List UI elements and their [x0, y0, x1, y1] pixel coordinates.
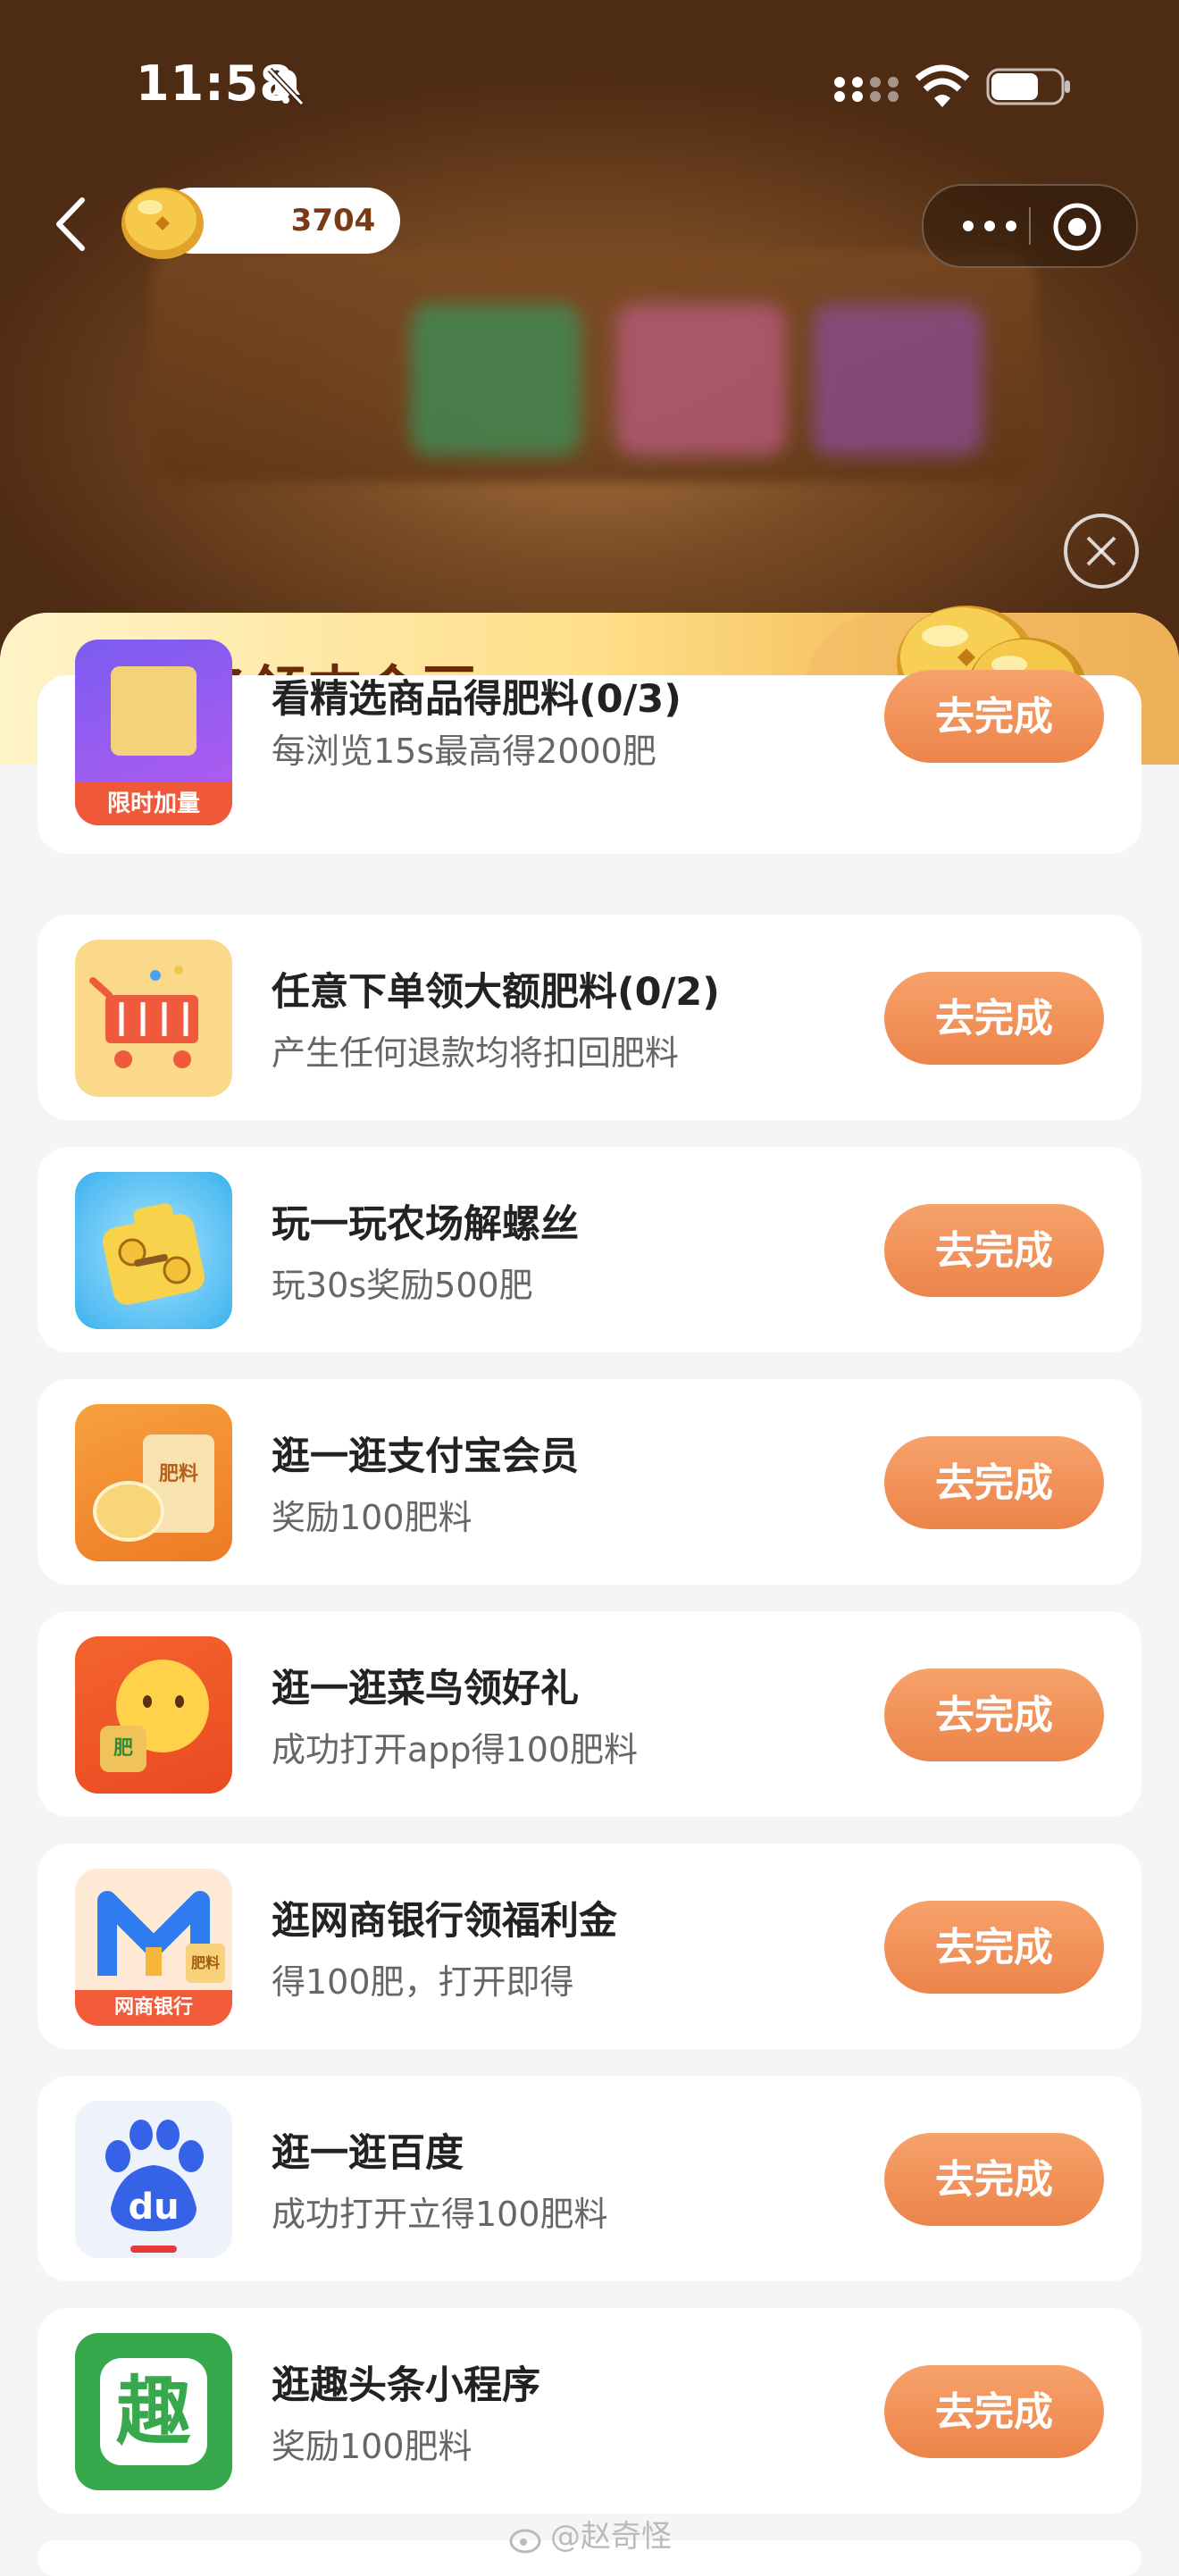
- weibo-icon: [509, 2529, 541, 2553]
- task-card: 肥料 网商银行 逛网商银行领福利金 得100肥，打开即得 去完成: [38, 1844, 1141, 2049]
- gold-bean-icon: [121, 188, 204, 259]
- gift-box-icon: 限时加量: [75, 640, 232, 825]
- go-complete-button[interactable]: 去完成: [884, 972, 1104, 1065]
- task-card: 任意下单领大额肥料(0/2) 产生任何退款均将扣回肥料 去完成: [38, 915, 1141, 1120]
- task-title: 任意下单领大额肥料(0/2): [272, 970, 720, 1015]
- task-title: 逛一逛百度: [272, 2131, 464, 2176]
- qutoutiao-char: 趣: [100, 2358, 207, 2465]
- fertilizer-bag-label: 肥: [100, 1726, 146, 1772]
- task-title: 逛一逛菜鸟领好礼: [272, 1667, 579, 1711]
- task-card: 肥 逛一逛菜鸟领好礼 成功打开app得100肥料 去完成: [38, 1611, 1141, 1817]
- qutoutiao-icon: 趣: [75, 2333, 232, 2490]
- mybank-icon: 肥料 网商银行: [75, 1869, 232, 2026]
- task-card: 趣 逛趣头条小程序 奖励100肥料 去完成: [38, 2308, 1141, 2513]
- wifi-icon: [915, 64, 970, 107]
- baidu-icon: du: [75, 2101, 232, 2258]
- go-complete-button[interactable]: 去完成: [884, 1901, 1104, 1994]
- cellular-signal-icon: [834, 77, 899, 102]
- blurred-item: [616, 304, 786, 456]
- task-card: 玩一玩农场解螺丝 玩30s奖励500肥 去完成: [38, 1147, 1141, 1352]
- muted-bell-icon: [267, 67, 305, 106]
- watermark: @赵奇怪: [509, 2512, 672, 2555]
- task-subtitle: 奖励100肥料: [272, 2427, 472, 2466]
- task-title: 逛网商银行领福利金: [272, 1899, 617, 1944]
- go-complete-button[interactable]: 去完成: [884, 1204, 1104, 1297]
- task-subtitle: 奖励100肥料: [272, 1498, 472, 1537]
- task-subtitle: 成功打开app得100肥料: [272, 1730, 639, 1769]
- task-title: 逛趣头条小程序: [272, 2363, 540, 2408]
- task-subtitle: 玩30s奖励500肥: [272, 1266, 533, 1305]
- go-complete-button[interactable]: 去完成: [884, 1669, 1104, 1761]
- task-card: 肥料 逛一逛支付宝会员 奖励100肥料 去完成: [38, 1379, 1141, 1585]
- fertilizer-label: 肥料: [186, 1944, 225, 1983]
- task-subtitle: 产生任何退款均将扣回肥料: [272, 1033, 680, 1073]
- shopping-cart-icon: [75, 940, 232, 1097]
- mybank-label: 网商银行: [75, 1990, 232, 2026]
- task-subtitle: 成功打开立得100肥料: [272, 2195, 608, 2234]
- limited-badge: 限时加量: [75, 782, 232, 825]
- task-card: du 逛一逛百度 成功打开立得100肥料 去完成: [38, 2076, 1141, 2281]
- go-complete-button[interactable]: 去完成: [884, 670, 1104, 763]
- mini-program-capsule: [922, 184, 1138, 268]
- coin-count: 3704: [290, 203, 376, 238]
- baidu-du-label: du: [128, 2187, 180, 2228]
- close-miniprogram-icon[interactable]: [1050, 200, 1104, 254]
- battery-icon: [986, 68, 1070, 105]
- blurred-item: [813, 304, 982, 456]
- more-icon[interactable]: [954, 186, 1025, 266]
- task-title: 逛一逛支付宝会员: [272, 1434, 579, 1479]
- task-title: 看精选商品得肥料(0/3): [272, 677, 681, 722]
- go-complete-button[interactable]: 去完成: [884, 2133, 1104, 2226]
- task-card: 限时加量 看精选商品得肥料(0/3) 每浏览15s最高得2000肥 去完成: [38, 640, 1141, 854]
- back-chevron-icon[interactable]: [50, 193, 93, 255]
- blurred-item: [411, 304, 581, 456]
- close-sheet-icon[interactable]: [1063, 513, 1140, 590]
- task-subtitle: 每浏览15s最高得2000肥: [272, 732, 656, 771]
- watermark-text: @赵奇怪: [550, 2519, 672, 2555]
- fertilizer-label: 肥料: [158, 1463, 198, 1485]
- go-complete-button[interactable]: 去完成: [884, 2365, 1104, 2458]
- capsule-divider: [1029, 207, 1031, 245]
- status-bar: 11:58: [0, 0, 1179, 170]
- task-subtitle: 得100肥，打开即得: [272, 1962, 574, 2002]
- task-title: 玩一玩农场解螺丝: [272, 1202, 579, 1247]
- cainiao-icon: 肥: [75, 1636, 232, 1794]
- go-complete-button[interactable]: 去完成: [884, 1436, 1104, 1529]
- alipay-member-icon: 肥料: [75, 1404, 232, 1561]
- screw-game-icon: [75, 1172, 232, 1329]
